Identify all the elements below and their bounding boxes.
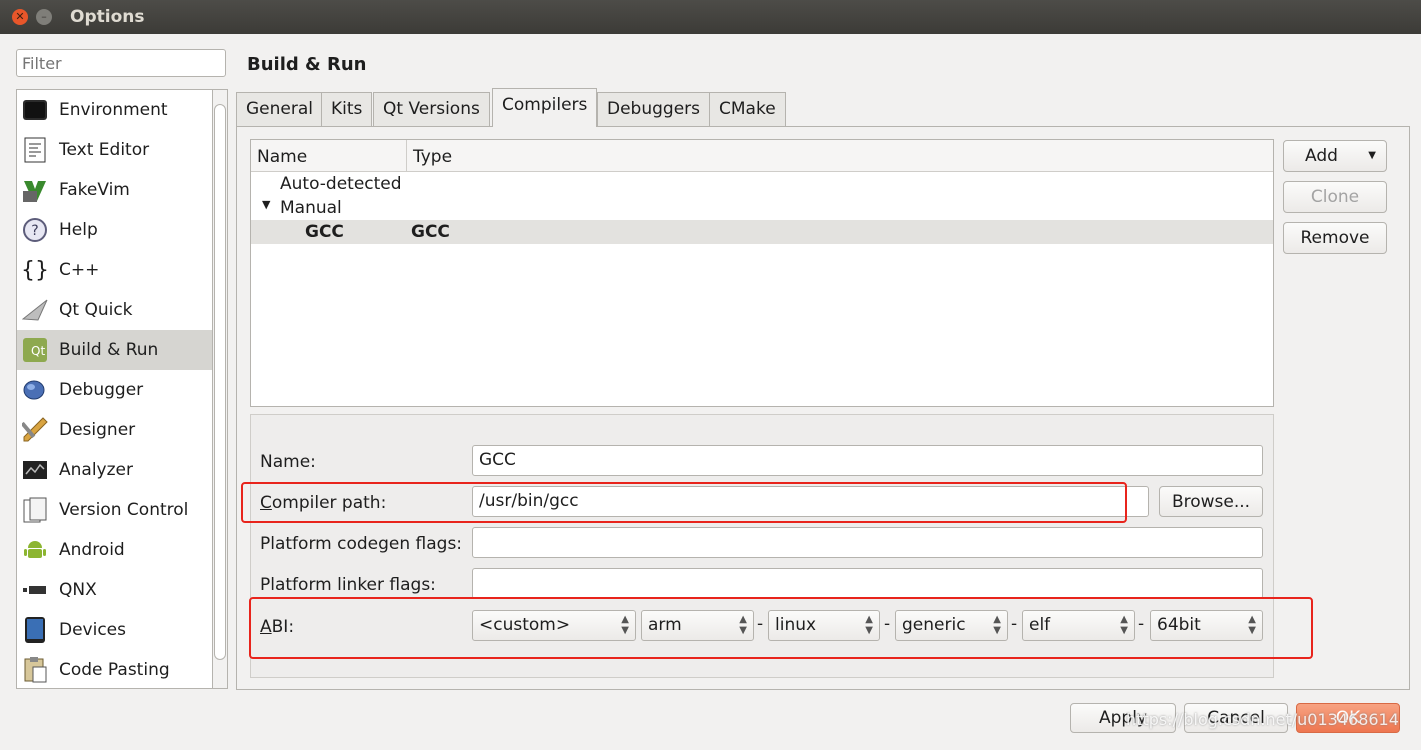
page-title: Build & Run xyxy=(247,54,367,75)
clipboard-icon xyxy=(21,656,49,684)
category-code-pasting[interactable]: Code Pasting xyxy=(17,650,212,690)
category-build-run[interactable]: Qt Build & Run xyxy=(17,330,212,370)
fakevim-icon xyxy=(21,176,49,204)
category-label: C++ xyxy=(59,260,100,280)
tab-debuggers[interactable]: Debuggers xyxy=(597,92,711,126)
qnx-logo-icon xyxy=(21,576,49,604)
browse-button[interactable]: Browse... xyxy=(1159,486,1263,517)
tree-header: Name Type xyxy=(251,140,1273,172)
abi-highlight xyxy=(249,597,1313,659)
tree-group-auto-detected[interactable]: Auto-detected xyxy=(280,174,402,194)
column-name-header[interactable]: Name xyxy=(257,147,307,167)
watermark: https://blog.csdn.net/u013468614 xyxy=(1126,710,1399,729)
category-text-editor[interactable]: Text Editor xyxy=(17,130,212,170)
tablet-icon xyxy=(21,616,49,644)
title-bar: ✕ – Options xyxy=(0,0,1421,34)
bug-icon xyxy=(21,376,49,404)
row-type: GCC xyxy=(411,222,450,242)
category-environment[interactable]: Environment xyxy=(17,90,212,130)
category-label: Android xyxy=(59,540,125,560)
tab-qt-versions[interactable]: Qt Versions xyxy=(373,92,490,126)
window-title: Options xyxy=(70,7,145,27)
category-label: Designer xyxy=(59,420,136,440)
category-android[interactable]: Android xyxy=(17,530,212,570)
tab-compilers[interactable]: Compilers xyxy=(492,88,598,127)
clone-button[interactable]: Clone xyxy=(1283,181,1387,213)
category-label: Help xyxy=(59,220,98,240)
codegen-flags-label: Platform codegen flags: xyxy=(260,534,463,554)
category-designer[interactable]: Designer xyxy=(17,410,212,450)
tab-cmake[interactable]: CMake xyxy=(709,92,786,126)
chart-monitor-icon xyxy=(21,456,49,484)
close-window-icon[interactable]: ✕ xyxy=(12,9,28,25)
tab-label: Qt Versions xyxy=(383,99,480,119)
qt-build-icon: Qt xyxy=(21,336,49,364)
category-scrollbar[interactable] xyxy=(212,89,228,689)
tab-label: Kits xyxy=(331,99,363,119)
filter-input[interactable] xyxy=(16,49,226,77)
browse-label: Browse... xyxy=(1171,492,1251,512)
minimize-window-icon[interactable]: – xyxy=(36,9,52,25)
tab-label: Debuggers xyxy=(607,99,701,119)
svg-text:Qt: Qt xyxy=(31,344,45,358)
category-label: Devices xyxy=(59,620,126,640)
add-label: Add xyxy=(1305,146,1338,166)
table-row[interactable]: GCC GCC xyxy=(251,220,1273,244)
compiler-path-highlight xyxy=(241,482,1127,523)
remove-button[interactable]: Remove xyxy=(1283,222,1387,254)
scrollbar-thumb[interactable] xyxy=(214,104,226,660)
category-label: Text Editor xyxy=(59,140,150,160)
category-label: Qt Quick xyxy=(59,300,133,320)
folder-document-icon xyxy=(21,496,49,524)
codegen-flags-field[interactable] xyxy=(472,527,1263,558)
help-icon: ? xyxy=(21,216,49,244)
category-debugger[interactable]: Debugger xyxy=(17,370,212,410)
category-label: Debugger xyxy=(59,380,144,400)
tab-label: General xyxy=(246,99,313,119)
category-devices[interactable]: Devices xyxy=(17,610,212,650)
category-analyzer[interactable]: Analyzer xyxy=(17,450,212,490)
category-version-control[interactable]: Version Control xyxy=(17,490,212,530)
category-label: Build & Run xyxy=(59,340,159,360)
row-name: GCC xyxy=(305,222,344,242)
category-help[interactable]: ? Help xyxy=(17,210,212,250)
paper-plane-icon xyxy=(21,296,49,324)
category-label: Version Control xyxy=(59,500,189,520)
category-qt-quick[interactable]: Qt Quick xyxy=(17,290,212,330)
category-qnx[interactable]: QNX xyxy=(17,570,212,610)
expand-arrow-icon[interactable]: ▼ xyxy=(262,198,270,211)
category-label: QNX xyxy=(59,580,97,600)
category-label: Code Pasting xyxy=(59,660,170,680)
linker-flags-field[interactable] xyxy=(472,568,1263,599)
text-document-icon xyxy=(21,136,49,164)
category-fakevim[interactable]: FakeVim xyxy=(17,170,212,210)
android-icon xyxy=(21,536,49,564)
category-label: FakeVim xyxy=(59,180,130,200)
linker-flags-label: Platform linker flags: xyxy=(260,575,436,595)
monitor-icon xyxy=(21,96,49,124)
category-label: Environment xyxy=(59,100,168,120)
svg-text:?: ? xyxy=(31,223,38,239)
tab-kits[interactable]: Kits xyxy=(321,92,373,126)
tab-general[interactable]: General xyxy=(236,92,323,126)
name-label: Name: xyxy=(260,452,316,472)
category-label: Analyzer xyxy=(59,460,133,480)
add-button[interactable]: Add ▼ xyxy=(1283,140,1387,172)
category-list: Environment Text Editor FakeVim ? Help {… xyxy=(16,89,212,689)
dropdown-arrow-icon: ▼ xyxy=(1368,150,1376,161)
tab-label: Compilers xyxy=(502,95,588,115)
name-field[interactable]: GCC xyxy=(472,445,1263,476)
remove-label: Remove xyxy=(1300,228,1370,248)
compiler-tree[interactable]: Name Type Auto-detected ▼ Manual GCC GCC xyxy=(250,139,1274,407)
category-cpp[interactable]: {} C++ xyxy=(17,250,212,290)
clone-label: Clone xyxy=(1310,187,1360,207)
column-type-header[interactable]: Type xyxy=(413,147,452,167)
tab-label: CMake xyxy=(719,99,776,119)
braces-icon: {} xyxy=(21,257,49,283)
brush-ruler-icon xyxy=(21,416,49,444)
tree-group-manual[interactable]: Manual xyxy=(280,198,342,218)
